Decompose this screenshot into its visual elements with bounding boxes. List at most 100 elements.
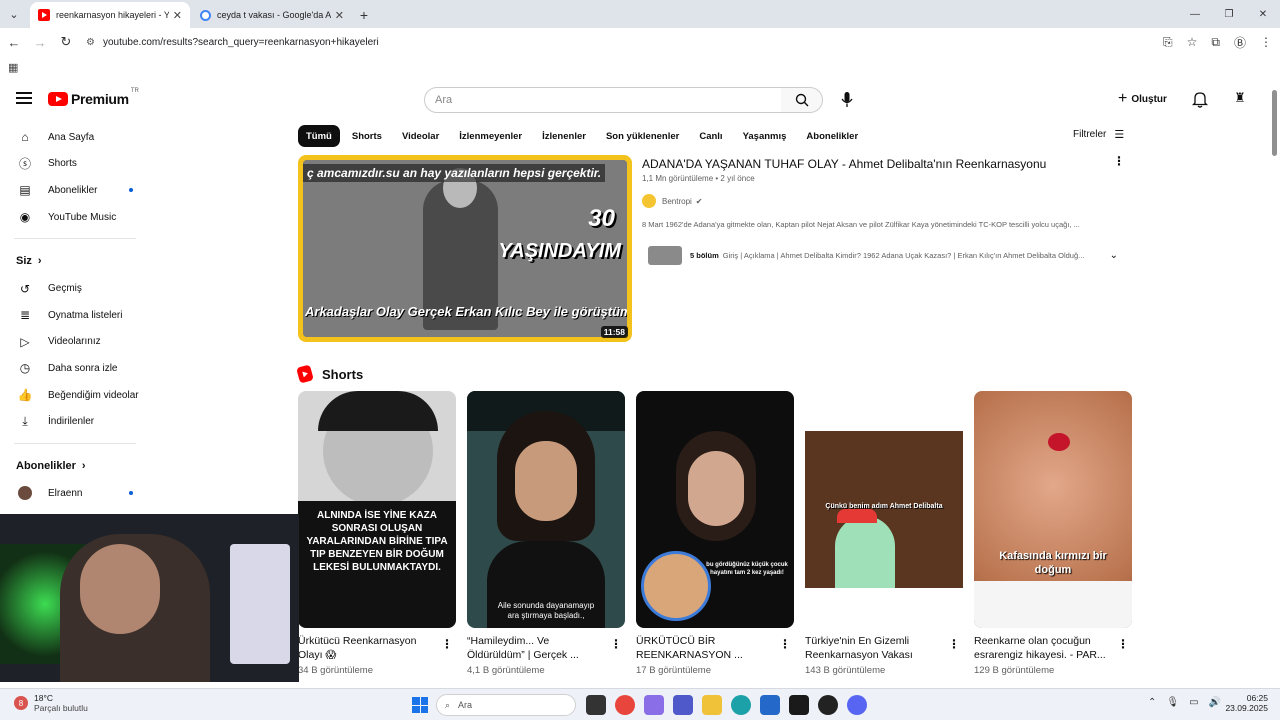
search-icon: ⌕: [445, 699, 451, 710]
network-icon[interactable]: ▭: [1189, 697, 1198, 708]
chip-all[interactable]: Tümü: [298, 125, 340, 147]
chip-live[interactable]: Canlı: [691, 125, 730, 147]
short-card[interactable]: Aile sonunda dayanamayıp ara ştırmaya ba…: [467, 391, 625, 676]
start-icon[interactable]: [412, 697, 428, 713]
reload-icon[interactable]: ↻: [54, 30, 78, 54]
create-button[interactable]: + Oluştur: [1118, 90, 1167, 108]
sidebar-item-home[interactable]: ⌂ Ana Sayfa: [0, 124, 150, 151]
browser-tab-youtube[interactable]: reenkarnasyon hikayeleri - YouTube ✕: [30, 2, 190, 28]
short-thumbnail[interactable]: Kafasında kırmızı bir doğum: [974, 391, 1132, 628]
taskbar-clock[interactable]: 06:25 23.09.2025: [1225, 693, 1268, 713]
edge-icon[interactable]: [731, 695, 751, 715]
page-scrollbar[interactable]: [1272, 82, 1278, 682]
minimize-icon[interactable]: —: [1178, 0, 1212, 28]
short-thumbnail[interactable]: Aile sonunda dayanamayıp ara ştırmaya ba…: [467, 391, 625, 628]
chip-recently-uploaded[interactable]: Son yüklenenler: [598, 125, 687, 147]
search-button[interactable]: [781, 87, 823, 113]
sidebar-subscriptions-heading[interactable]: Abonelikler ›: [0, 452, 150, 480]
filters-button[interactable]: Filtreler ☰: [1073, 128, 1124, 141]
url-field[interactable]: ⚙ youtube.com/results?search_query=reenk…: [86, 37, 379, 48]
extensions-icon[interactable]: ⧉: [1211, 35, 1220, 50]
sidebar-item-channel[interactable]: Elraenn: [0, 480, 150, 507]
voice-search-button[interactable]: [838, 90, 856, 110]
bookmark-star-icon[interactable]: ☆: [1187, 35, 1198, 49]
short-thumbnail[interactable]: Çünkü benim adım Ahmet Delibalta: [805, 391, 963, 628]
sidebar-you-heading[interactable]: Siz ›: [0, 247, 150, 275]
tab-search-icon[interactable]: ⌄: [0, 0, 28, 28]
close-tab-icon[interactable]: ✕: [335, 9, 344, 22]
chip-subscriptions[interactable]: Abonelikler: [798, 125, 866, 147]
profile-icon[interactable]: Ⓑ: [1234, 34, 1246, 51]
short-card[interactable]: bu gördüğünüz küçük çocuk hayatını tam 2…: [636, 391, 794, 676]
copilot-icon[interactable]: [644, 695, 664, 715]
site-info-icon[interactable]: ⚙: [86, 37, 95, 48]
sidebar-item-youtube-music[interactable]: ◉ YouTube Music: [0, 204, 150, 231]
microphone-icon[interactable]: 🎙: [1166, 697, 1179, 708]
file-explorer-icon[interactable]: [702, 695, 722, 715]
short-title[interactable]: Ürkütücü Reenkarnasyon Olayı 😱: [298, 634, 433, 662]
more-actions-icon[interactable]: ⋮: [1117, 637, 1129, 651]
short-card[interactable]: ALNINDA İSE YİNE KAZA SONRASI OLUŞAN YAR…: [298, 391, 456, 676]
install-app-icon[interactable]: ⎘: [1163, 35, 1173, 50]
sidebar-item-liked-videos[interactable]: 👍 Beğendiğim videolar: [0, 382, 150, 409]
more-actions-icon[interactable]: ⋮: [610, 637, 622, 651]
chapters-row[interactable]: 5 bölüm Giriş | Açıklama | Ahmet Delibal…: [648, 246, 1118, 265]
app-icon[interactable]: [818, 695, 838, 715]
chevron-down-icon[interactable]: ⌄: [1110, 250, 1118, 261]
more-actions-icon[interactable]: ⋮: [441, 637, 453, 651]
chip-watched[interactable]: İzlenenler: [534, 125, 594, 147]
browser-tab-google[interactable]: ceyda t vakası - Google'da Ara ✕: [192, 2, 352, 28]
chip-shorts[interactable]: Shorts: [344, 125, 390, 147]
chapters-text: Giriş | Açıklama | Ahmet Delibalta Kimdi…: [722, 251, 1085, 260]
back-icon[interactable]: ←: [2, 30, 26, 54]
new-tab-button[interactable]: +: [352, 2, 376, 28]
sidebar-item-playlists[interactable]: ≣ Oynatma listeleri: [0, 302, 150, 329]
sidebar-item-shorts[interactable]: ⓢ Shorts: [0, 151, 150, 178]
close-tab-icon[interactable]: ✕: [173, 9, 182, 22]
chip-videos[interactable]: Videolar: [394, 125, 447, 147]
short-title[interactable]: Türkiye'nin En Gizemli Reenkarnasyon Vak…: [805, 634, 940, 662]
discord-icon[interactable]: [847, 695, 867, 715]
chevron-up-icon[interactable]: ⌃: [1148, 697, 1156, 708]
menu-icon[interactable]: [16, 92, 32, 104]
sidebar-item-subscriptions[interactable]: ▤ Abonelikler: [0, 177, 150, 204]
close-window-icon[interactable]: ✕: [1246, 0, 1280, 28]
sidebar-item-history[interactable]: ↺ Geçmiş: [0, 275, 150, 302]
sidebar-item-label: Videolarınız: [48, 336, 101, 348]
short-thumbnail[interactable]: bu gördüğünüz küçük çocuk hayatını tam 2…: [636, 391, 794, 628]
more-actions-icon[interactable]: ⋮: [948, 637, 960, 651]
video-title[interactable]: ADANA'DA YAŞANAN TUHAF OLAY - Ahmet Deli…: [642, 157, 1046, 171]
short-title[interactable]: “Hamileydim... Ve Öldürüldüm” | Gerçek .…: [467, 634, 602, 662]
video-thumbnail[interactable]: ç amcamızdır.su an hay yazılanların heps…: [298, 155, 632, 342]
short-title[interactable]: Reenkarne olan çocuğun esrarengiz hikaye…: [974, 634, 1109, 662]
notifications-button[interactable]: [1191, 90, 1210, 108]
youtube-premium-logo[interactable]: Premium TR: [48, 88, 139, 107]
short-thumbnail[interactable]: ALNINDA İSE YİNE KAZA SONRASI OLUŞAN YAR…: [298, 391, 456, 628]
more-actions-icon[interactable]: ⋮: [779, 637, 791, 651]
short-title[interactable]: ÜRKÜTÜCÜ BİR REENKARNASYON ...: [636, 634, 771, 662]
chip-real-life[interactable]: Yaşanmış: [735, 125, 795, 147]
weather-widget[interactable]: 8 18°C Parçalı bulutlu: [14, 693, 88, 713]
sidebar-item-downloads[interactable]: ⤓ İndirilenler: [0, 408, 150, 435]
apps-grid-icon[interactable]: ▦: [8, 61, 18, 74]
restore-icon[interactable]: ❐: [1212, 0, 1246, 28]
task-view-icon[interactable]: [586, 695, 606, 715]
sidebar-item-watch-later[interactable]: ◷ Daha sonra izle: [0, 355, 150, 382]
sidebar-item-your-videos[interactable]: ▷ Videolarınız: [0, 329, 150, 356]
short-card[interactable]: Kafasında kırmızı bir doğum Reenkarne ol…: [974, 391, 1132, 676]
short-card[interactable]: Çünkü benim adım Ahmet Delibalta Türkiye…: [805, 391, 963, 676]
search-input[interactable]: Ara: [424, 87, 782, 113]
browser-menu-icon[interactable]: ⋮: [1260, 35, 1272, 49]
more-actions-icon[interactable]: ⋮: [1113, 154, 1125, 168]
volume-icon[interactable]: 🔊: [1209, 697, 1221, 708]
chip-unwatched[interactable]: İzlenmeyenler: [451, 125, 530, 147]
store-icon[interactable]: [760, 695, 780, 715]
taskbar-search-input[interactable]: ⌕ Ara: [436, 694, 576, 716]
account-avatar[interactable]: ♜: [1230, 88, 1250, 108]
app-icon[interactable]: [789, 695, 809, 715]
channel-link[interactable]: Bentropi ✔: [642, 194, 703, 208]
teams-icon[interactable]: [673, 695, 693, 715]
chrome-icon[interactable]: [615, 695, 635, 715]
forward-icon[interactable]: →: [28, 30, 52, 54]
scrollbar-thumb[interactable]: [1272, 90, 1277, 156]
